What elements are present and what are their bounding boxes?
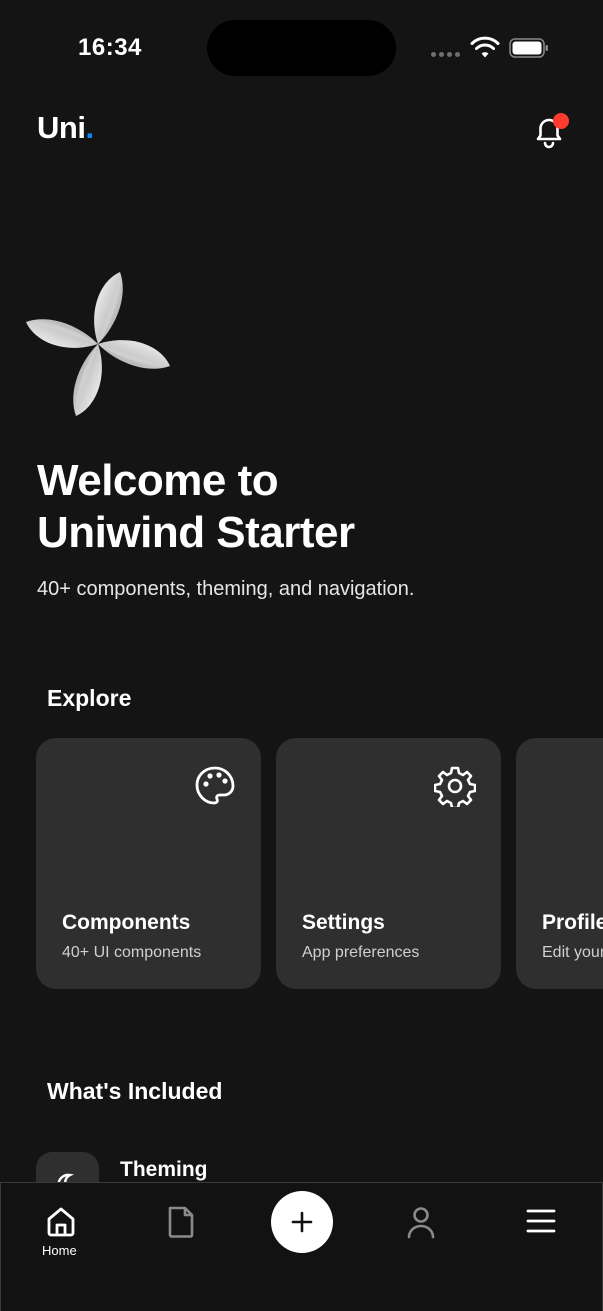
status-time: 16:34 bbox=[78, 34, 142, 61]
battery-icon bbox=[509, 38, 548, 58]
gear-icon bbox=[434, 766, 476, 807]
card-settings[interactable]: Settings App preferences bbox=[276, 738, 501, 989]
included-section-title: What's Included bbox=[47, 1078, 223, 1104]
tab-profile[interactable] bbox=[405, 1205, 437, 1239]
plus-icon bbox=[291, 1211, 313, 1233]
add-button[interactable] bbox=[271, 1191, 333, 1253]
brand-dot: . bbox=[85, 110, 94, 145]
explore-section-title: Explore bbox=[47, 685, 132, 711]
user-icon bbox=[407, 1207, 435, 1239]
home-icon bbox=[47, 1207, 75, 1237]
pinwheel-logo-icon bbox=[26, 272, 170, 416]
card-components[interactable]: Components 40+ UI components bbox=[36, 738, 261, 989]
menu-icon bbox=[526, 1209, 556, 1233]
card-profile[interactable]: Profile Edit your profile bbox=[516, 738, 603, 989]
document-icon bbox=[168, 1206, 194, 1238]
card-subtitle: 40+ UI components bbox=[62, 944, 202, 961]
tab-home[interactable] bbox=[44, 1205, 78, 1239]
brand-logo: Uni. bbox=[37, 110, 94, 146]
card-title: Components bbox=[62, 911, 191, 934]
tab-menu[interactable] bbox=[526, 1207, 556, 1235]
explore-cards: Components 40+ UI components Settings Ap… bbox=[36, 738, 603, 989]
tab-documents[interactable] bbox=[166, 1205, 196, 1239]
hero-title-line2: Uniwind Starter bbox=[37, 508, 355, 557]
hero-subtitle: 40+ components, theming, and navigation. bbox=[37, 578, 415, 600]
wifi-icon bbox=[470, 36, 500, 58]
palette-icon bbox=[195, 766, 235, 805]
app-screen: 16:34 Uni. Welcome to Uniwind Starter 40… bbox=[0, 0, 603, 1311]
brand-name: Uni bbox=[37, 110, 86, 145]
notification-badge bbox=[553, 113, 569, 129]
card-title: Settings bbox=[302, 911, 385, 934]
tab-home-label: Home bbox=[42, 1243, 77, 1258]
hero-title: Welcome to Uniwind Starter bbox=[37, 455, 577, 559]
card-title: Profile bbox=[542, 911, 603, 934]
card-subtitle: App preferences bbox=[302, 944, 420, 961]
card-subtitle: Edit your profile bbox=[542, 944, 603, 961]
included-item-title[interactable]: Theming bbox=[120, 1158, 208, 1182]
dynamic-island bbox=[207, 20, 396, 76]
cellular-signal-icon bbox=[431, 52, 460, 57]
hero-title-line1: Welcome to bbox=[37, 456, 279, 505]
